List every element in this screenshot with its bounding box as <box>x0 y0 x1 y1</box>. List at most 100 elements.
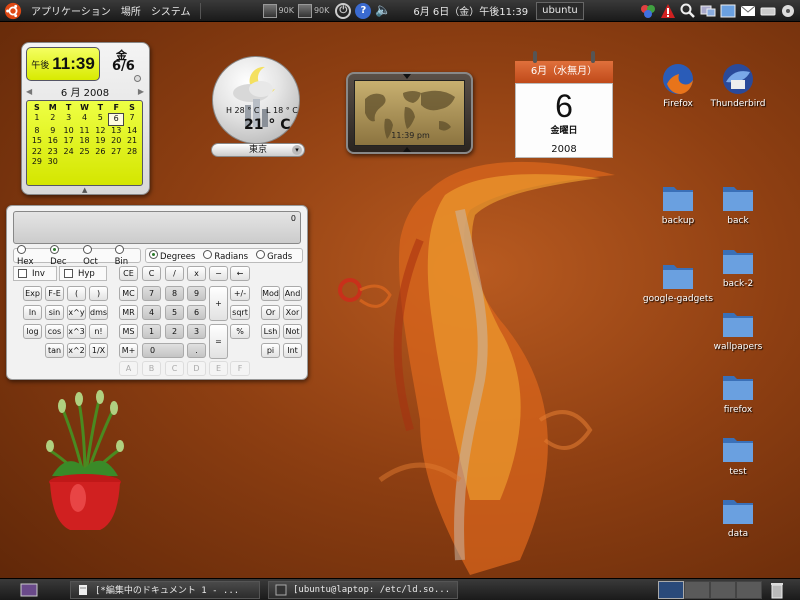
tan-button[interactable]: tan <box>45 343 64 358</box>
desktop-icon-wallpapers[interactable]: wallpapers <box>698 309 778 352</box>
panel-clock[interactable]: 6月 6日（金）午後11:39 <box>413 3 528 18</box>
digit-6-button[interactable]: 6 <box>187 305 206 320</box>
dms-button[interactable]: dms <box>89 305 108 320</box>
workspace-4[interactable] <box>736 580 762 599</box>
hex-c-button[interactable]: C <box>165 361 184 376</box>
calendar-day[interactable]: 29 <box>29 157 45 167</box>
taskbar-item-editor[interactable]: [*編集中のドキュメント 1 - ... <box>70 580 260 599</box>
calendar-day[interactable]: 16 <box>45 136 61 146</box>
desktop-icon-data[interactable]: data <box>698 496 778 539</box>
digit-2-button[interactable]: 2 <box>165 324 184 339</box>
digit-3-button[interactable]: 3 <box>187 324 206 339</box>
calendar-day[interactable]: 7 <box>124 113 140 125</box>
radio-oct[interactable]: Oct <box>83 244 106 267</box>
weather-gadget[interactable]: H 28 ° C L 18 ° C 21 ° C 東京 ▾ <box>207 56 311 162</box>
backspace-button[interactable]: ← <box>230 266 250 281</box>
show-desktop-button[interactable] <box>18 581 40 599</box>
calendar-day[interactable]: 14 <box>124 126 140 136</box>
ln-button[interactable]: ln <box>23 305 42 320</box>
hex-a-button[interactable]: A <box>119 361 138 376</box>
warning-icon[interactable] <box>659 3 676 19</box>
square-button[interactable]: x^2 <box>67 343 86 358</box>
cpu-monitor[interactable]: 90K <box>297 3 329 18</box>
calendar-day[interactable]: 11 <box>77 126 93 136</box>
ce-button[interactable]: CE <box>119 266 138 281</box>
calendar-day-today[interactable]: 6 <box>108 113 125 126</box>
weather-city-select[interactable]: 東京 ▾ <box>211 143 305 157</box>
trash-icon[interactable] <box>768 581 786 599</box>
chevron-down-icon[interactable]: ▾ <box>292 145 302 155</box>
power-xy-button[interactable]: x^y <box>67 305 86 320</box>
settings-dot-icon[interactable] <box>134 75 141 82</box>
mr-button[interactable]: MR <box>119 305 138 320</box>
display-icon[interactable] <box>699 3 716 19</box>
calendar-day[interactable]: 25 <box>77 147 93 157</box>
mod-button[interactable]: Mod <box>261 286 280 301</box>
lsh-button[interactable]: Lsh <box>261 324 280 339</box>
calendar-day[interactable]: 8 <box>29 126 45 136</box>
hyp-checkbox[interactable]: Hyp <box>59 266 107 281</box>
digit-4-button[interactable]: 4 <box>142 305 161 320</box>
desktop-icon-test[interactable]: test <box>698 434 778 477</box>
hex-f-button[interactable]: F <box>230 361 250 376</box>
plusminus-button[interactable]: +/- <box>230 286 250 301</box>
hex-e-button[interactable]: E <box>209 361 228 376</box>
calendar-day[interactable]: 10 <box>61 126 77 136</box>
plus-button[interactable]: + <box>209 286 228 321</box>
digit-7-button[interactable]: 7 <box>142 286 161 301</box>
cube-button[interactable]: x^3 <box>67 324 86 339</box>
calendar-day[interactable]: 19 <box>92 136 108 146</box>
log-button[interactable]: log <box>23 324 42 339</box>
calendar-day[interactable]: 1 <box>29 113 45 125</box>
menu-system[interactable]: システム <box>146 0 196 22</box>
mplus-button[interactable]: M+ <box>119 343 138 358</box>
menu-places[interactable]: 場所 <box>116 0 146 22</box>
search-icon[interactable] <box>679 3 696 19</box>
hex-d-button[interactable]: D <box>187 361 206 376</box>
calendar-day[interactable]: 2 <box>45 113 61 125</box>
reciprocal-button[interactable]: 1/X <box>89 343 108 358</box>
collapse-arrow-icon[interactable]: ▲ <box>82 186 87 194</box>
calendar-day[interactable]: 24 <box>61 147 77 157</box>
equals-button[interactable]: = <box>209 324 228 359</box>
calendar-day[interactable]: 9 <box>45 126 61 136</box>
user-switcher[interactable]: ubuntu <box>536 1 584 20</box>
sin-button[interactable]: sin <box>45 305 64 320</box>
volume-icon[interactable]: 🔈 <box>375 3 391 19</box>
digit-8-button[interactable]: 8 <box>165 286 184 301</box>
int-button[interactable]: Int <box>283 343 302 358</box>
rparen-button[interactable]: ) <box>89 286 108 301</box>
calendar-day[interactable]: 23 <box>45 147 61 157</box>
drive-icon[interactable] <box>759 3 776 19</box>
desktop-icon-back[interactable]: back <box>698 183 778 226</box>
taskbar-item-terminal[interactable]: [ubuntu@laptop: /etc/ld.so... <box>268 580 458 599</box>
sqrt-button[interactable]: sqrt <box>230 305 250 320</box>
radio-grads[interactable]: Grads <box>256 249 292 262</box>
lparen-button[interactable]: ( <box>67 286 86 301</box>
factorial-button[interactable]: n! <box>89 324 108 339</box>
or-button[interactable]: Or <box>261 305 280 320</box>
decimal-button[interactable]: . <box>187 343 206 358</box>
fe-button[interactable]: F-E <box>45 286 64 301</box>
radio-bin[interactable]: Bin <box>114 244 137 267</box>
minus-button[interactable]: − <box>209 266 228 281</box>
exp-button[interactable]: Exp <box>23 286 42 301</box>
memory-monitor[interactable]: 90K <box>262 3 294 18</box>
calendar-day[interactable]: 28 <box>124 147 140 157</box>
pi-button[interactable]: pi <box>261 343 280 358</box>
workspace-2[interactable] <box>684 580 710 599</box>
digit-5-button[interactable]: 5 <box>165 305 184 320</box>
inv-checkbox[interactable]: Inv <box>13 266 57 281</box>
workspace-1[interactable] <box>658 580 684 599</box>
radio-radians[interactable]: Radians <box>203 249 248 262</box>
menu-applications[interactable]: アプリケーション <box>26 0 116 22</box>
digit-1-button[interactable]: 1 <box>142 324 161 339</box>
prev-month-button[interactable]: ◀ <box>26 87 32 96</box>
desktop-icon-back-2[interactable]: back-2 <box>698 246 778 289</box>
divide-button[interactable]: / <box>165 266 184 281</box>
not-button[interactable]: Not <box>283 324 302 339</box>
flower-pot-gadget[interactable] <box>40 390 130 535</box>
clear-button[interactable]: C <box>142 266 161 281</box>
media-icon[interactable] <box>779 3 796 19</box>
tearoff-calendar-gadget[interactable]: 6月（水無月） 6 金曜日 2008 <box>515 51 613 158</box>
